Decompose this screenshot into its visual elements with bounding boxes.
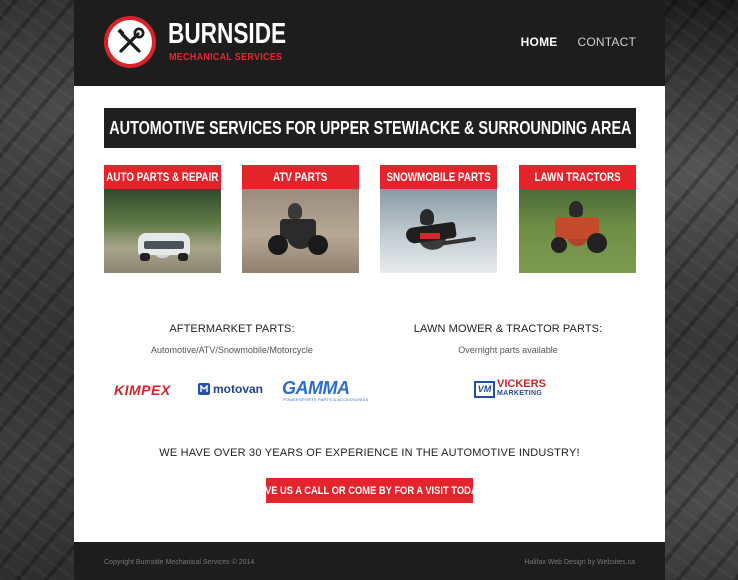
call-to-action-label: GIVE US A CALL OR COME BY FOR A VISIT TO… bbox=[255, 484, 484, 497]
service-card-label: LAWN TRACTORS bbox=[534, 170, 621, 184]
service-card-label: ATV PARTS bbox=[273, 170, 328, 184]
main-nav: HOME CONTACT bbox=[521, 35, 636, 49]
vickers-logo[interactable]: VM VICKERS MARKETING bbox=[474, 378, 546, 398]
vickers-wordmark: VICKERS bbox=[497, 378, 546, 390]
call-to-action-button[interactable]: GIVE US A CALL OR COME BY FOR A VISIT TO… bbox=[256, 478, 483, 503]
banner-heading: AUTOMOTIVE SERVICES FOR UPPER STEWIACKE … bbox=[108, 117, 632, 138]
atv-photo[interactable] bbox=[242, 189, 359, 273]
lawn-parts-subtext: Overnight parts available bbox=[458, 345, 558, 355]
aftermarket-subtext: Automotive/ATV/Snowmobile/Motorcycle bbox=[151, 345, 313, 355]
experience-statement: WE HAVE OVER 30 YEARS OF EXPERIENCE IN T… bbox=[159, 447, 580, 459]
snowmobile-photo[interactable] bbox=[380, 189, 497, 273]
site-subtitle: MECHANICAL SERVICES bbox=[169, 52, 283, 63]
motovan-logo[interactable]: motovan bbox=[198, 382, 263, 396]
gamma-tagline: POWERSPORTS PARTS & ACCESSORIES bbox=[283, 397, 369, 402]
main-content: AUTOMOTIVE SERVICES FOR UPPER STEWIACKE … bbox=[74, 86, 665, 542]
motovan-wordmark: motovan bbox=[213, 382, 264, 396]
vickers-mark: VM bbox=[474, 380, 495, 398]
suv-photo[interactable] bbox=[104, 189, 221, 273]
service-card-snowmobile[interactable]: SNOWMOBILE PARTS bbox=[380, 165, 497, 273]
service-card-title: ATV PARTS bbox=[242, 165, 359, 189]
services-banner: AUTOMOTIVE SERVICES FOR UPPER STEWIACKE … bbox=[104, 108, 636, 148]
site-footer: Copyright Burnside Mechanical Services ©… bbox=[74, 542, 665, 580]
wrench-screwdriver-icon bbox=[117, 27, 145, 53]
service-card-atv[interactable]: ATV PARTS bbox=[242, 165, 359, 273]
nav-contact-link[interactable]: CONTACT bbox=[577, 35, 636, 49]
kimpex-logo[interactable]: KIMPEX bbox=[114, 382, 171, 398]
logo-badge[interactable] bbox=[104, 16, 156, 68]
service-card-lawn[interactable]: LAWN TRACTORS bbox=[519, 165, 636, 273]
motovan-mark-icon bbox=[198, 383, 210, 395]
lawn-parts-heading: LAWN MOWER & TRACTOR PARTS: bbox=[413, 323, 603, 335]
page-container: BURNSIDE MECHANICAL SERVICES HOME CONTAC… bbox=[74, 0, 665, 580]
vickers-tagline: MARKETING bbox=[497, 390, 543, 397]
site-title[interactable]: BURNSIDE bbox=[168, 18, 286, 51]
service-card-label: AUTO PARTS & REPAIR bbox=[106, 170, 219, 184]
service-card-title: LAWN TRACTORS bbox=[519, 165, 636, 189]
service-card-title: AUTO PARTS & REPAIR bbox=[104, 165, 221, 189]
service-card-label: SNOWMOBILE PARTS bbox=[386, 170, 491, 184]
site-header: BURNSIDE MECHANICAL SERVICES HOME CONTAC… bbox=[74, 0, 665, 86]
nav-home-link[interactable]: HOME bbox=[521, 35, 558, 49]
copyright-text: Copyright Burnside Mechanical Services ©… bbox=[104, 559, 255, 566]
aftermarket-heading: AFTERMARKET PARTS: bbox=[169, 323, 295, 335]
gamma-logo[interactable]: GAMMA bbox=[282, 378, 350, 399]
service-card-title: SNOWMOBILE PARTS bbox=[380, 165, 497, 189]
web-design-credit-link[interactable]: Halifax Web Design by Websites.ca bbox=[524, 559, 635, 566]
lawn-tractor-photo[interactable] bbox=[519, 189, 636, 273]
service-card-auto[interactable]: AUTO PARTS & REPAIR bbox=[104, 165, 221, 273]
service-cards: AUTO PARTS & REPAIR ATV PARTS SNOWMOBILE… bbox=[104, 165, 636, 273]
